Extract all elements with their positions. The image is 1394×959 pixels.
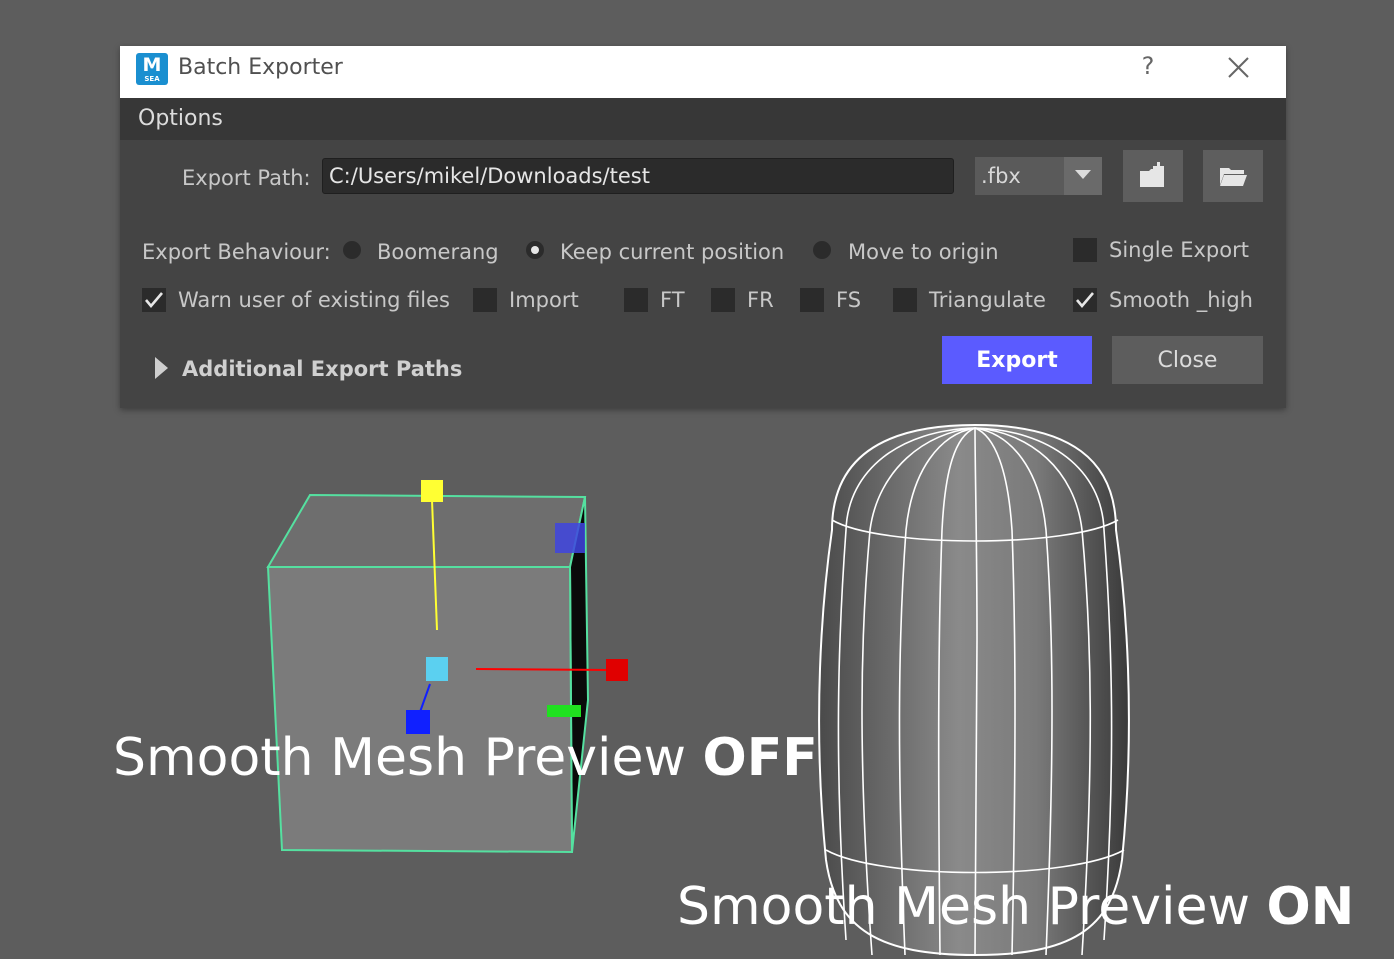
maya-app-icon: M SEA [136,53,168,85]
additional-paths-label[interactable]: Additional Export Paths [182,355,462,383]
radio-move-to-origin[interactable] [813,241,831,259]
export-path-label: Export Path: [182,166,311,190]
checkbox-import-label[interactable]: Import [509,286,579,314]
checkbox-ft-label[interactable]: FT [660,286,685,314]
checkbox-warn-existing-label[interactable]: Warn user of existing files [178,286,450,314]
batch-exporter-dialog: M SEA Batch Exporter ? Options Export Pa… [120,46,1286,408]
caption-off-prefix: Smooth Mesh Preview [113,728,703,788]
format-value: .fbx [981,164,1021,188]
format-dropdown-button[interactable] [1064,157,1102,195]
checkbox-fr[interactable] [711,288,735,312]
export-path-input[interactable] [322,158,954,194]
checkbox-triangulate[interactable] [893,288,917,312]
additional-paths-expander[interactable] [153,356,171,380]
caption-on-state: ON [1266,877,1355,937]
checkbox-ft[interactable] [624,288,648,312]
checkbox-fs-label[interactable]: FS [836,286,861,314]
checkmark-icon [145,292,163,309]
checkbox-fr-label[interactable]: FR [747,286,774,314]
open-folder-icon [1220,168,1247,186]
caption-off-state: OFF [702,728,818,788]
export-behaviour-label: Export Behaviour: [142,240,331,264]
browse-folder-button[interactable] [1203,150,1263,202]
new-folder-button[interactable] [1123,150,1183,202]
triangle-right-icon [155,357,168,379]
checkbox-single-export[interactable] [1073,238,1097,262]
help-button[interactable]: ? [1130,48,1166,84]
caption-on-prefix: Smooth Mesh Preview [677,877,1267,937]
radio-keep-current-position[interactable] [526,241,544,259]
export-button[interactable]: Export [942,336,1092,384]
checkbox-smooth-high[interactable] [1073,288,1097,312]
checkmark-icon [1076,292,1094,309]
capsule-mesh[interactable] [818,423,1130,957]
menu-bar: Options [120,98,1286,140]
title-bar[interactable]: M SEA Batch Exporter ? [120,46,1286,98]
close-icon [1228,57,1249,78]
menu-options[interactable]: Options [138,103,223,135]
close-button[interactable]: Close [1112,336,1263,384]
chevron-down-icon [1075,170,1091,179]
caption-smooth-on: Smooth Mesh Preview ON [677,877,1354,937]
checkbox-single-export-label[interactable]: Single Export [1109,236,1249,264]
window-close-button[interactable] [1220,48,1256,84]
window-title: Batch Exporter [178,55,343,80]
radio-keep-current-position-label[interactable]: Keep current position [560,238,784,266]
radio-boomerang[interactable] [343,241,361,259]
checkbox-warn-existing[interactable] [142,288,166,312]
radio-boomerang-label[interactable]: Boomerang [377,238,499,266]
checkbox-triangulate-label[interactable]: Triangulate [929,286,1046,314]
radio-move-to-origin-label[interactable]: Move to origin [848,238,999,266]
caption-smooth-off: Smooth Mesh Preview OFF [113,728,818,788]
checkbox-smooth-high-label[interactable]: Smooth _high [1109,286,1253,314]
checkbox-import[interactable] [473,288,497,312]
checkbox-fs[interactable] [800,288,824,312]
format-dropdown[interactable]: .fbx [975,157,1102,195]
new-folder-icon [1140,162,1164,187]
